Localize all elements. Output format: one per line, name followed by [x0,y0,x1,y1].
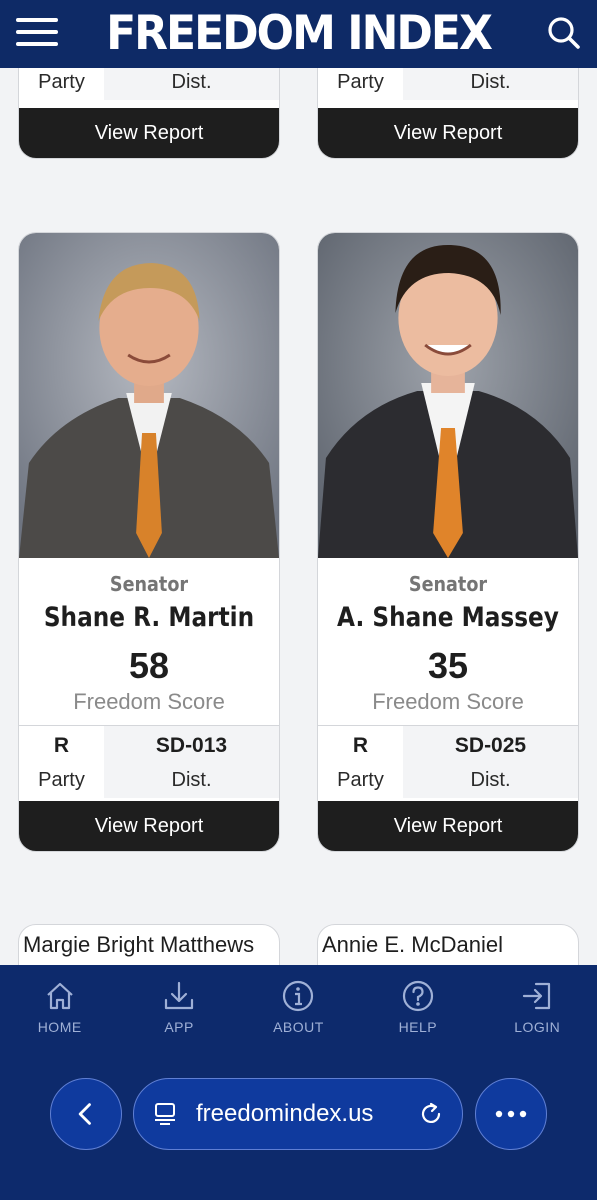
freedom-score-value: 35 [427,645,469,686]
freedom-score-value: 58 [128,645,170,686]
url-text: freedomindex.us [196,1100,374,1127]
home-icon [46,982,73,1010]
party-label: Party [337,769,384,791]
district-label: Dist. [470,769,511,791]
more-icon [495,1110,527,1118]
address-bar[interactable]: freedomindex.us [133,1078,463,1150]
party-label: Party [38,71,85,93]
bottom-navigation: HOME APP ABOUT HELP LOGIN freedomindex.u… [0,965,597,1200]
legislator-card[interactable]: Margie Bright Matthews [18,924,280,965]
legislator-name[interactable]: Annie E. McDaniel [318,925,578,958]
login-icon [523,982,551,1010]
nav-help[interactable]: HELP [363,979,473,1035]
nav-home[interactable]: HOME [5,979,115,1035]
party-label: Party [337,71,384,93]
role-label: Senator [408,572,488,596]
nav-login-label: LOGIN [514,1019,561,1035]
legislator-grid: Party Dist. View Report Party Dist. View… [0,68,597,965]
view-report-button[interactable]: View Report [318,108,578,158]
chevron-left-icon [78,1103,91,1125]
legislator-name[interactable]: Shane R. Martin [37,602,261,633]
legislator-name[interactable]: Margie Bright Matthews [19,925,279,958]
browser-back-button[interactable] [50,1078,122,1150]
search-icon[interactable] [545,14,583,52]
nav-about-label: ABOUT [273,1019,324,1035]
legislator-card[interactable]: Senator Shane R. Martin 58 Freedom Score… [18,232,280,852]
legislator-photo [318,233,578,558]
info-icon [283,980,314,1012]
card-stats: R Party SD-025 Dist. [318,725,578,798]
party-label: Party [38,769,85,791]
legislator-card-partial: Party Dist. View Report [18,68,280,159]
party-value: R [352,734,369,757]
nav-app[interactable]: APP [124,979,234,1035]
nav-login[interactable]: LOGIN [482,979,592,1035]
nav-help-label: HELP [398,1019,438,1035]
view-report-button[interactable]: View Report [19,801,279,851]
district-label: Dist. [171,769,212,791]
nav-about[interactable]: ABOUT [243,979,353,1035]
role-label: Senator [109,572,189,596]
browser-more-button[interactable] [475,1078,547,1150]
party-value: R [53,734,70,757]
help-icon [402,980,433,1012]
card-stats: Party Dist. [19,68,279,100]
legislator-photo [19,233,279,558]
view-report-button[interactable]: View Report [318,801,578,851]
view-report-button[interactable]: View Report [19,108,279,158]
freedom-score-label: Freedom Score [372,689,524,714]
card-stats: R Party SD-013 Dist. [19,725,279,798]
freedom-score-label: Freedom Score [73,689,225,714]
legislator-card-partial: Party Dist. View Report [317,68,579,159]
browser-toolbar: freedomindex.us [0,1078,597,1150]
nav-home-label: HOME [37,1019,82,1035]
district-label: Dist. [171,71,212,93]
district-value: SD-013 [155,734,228,757]
district-label: Dist. [470,71,511,93]
legislator-card[interactable]: Annie E. McDaniel [317,924,579,965]
hamburger-menu-icon[interactable] [16,14,58,50]
legislator-card[interactable]: Senator A. Shane Massey 35 Freedom Score… [317,232,579,852]
legislator-name[interactable]: A. Shane Massey [336,602,560,633]
reload-icon[interactable] [418,1101,444,1127]
nav-app-label: APP [164,1019,194,1035]
district-value: SD-025 [454,734,527,757]
page-menu-icon [155,1103,175,1125]
download-icon [164,981,194,1010]
app-header: FREEDOM INDEX [0,0,597,68]
site-logo[interactable]: FREEDOM INDEX [106,10,493,58]
card-stats: Party Dist. [318,68,578,100]
